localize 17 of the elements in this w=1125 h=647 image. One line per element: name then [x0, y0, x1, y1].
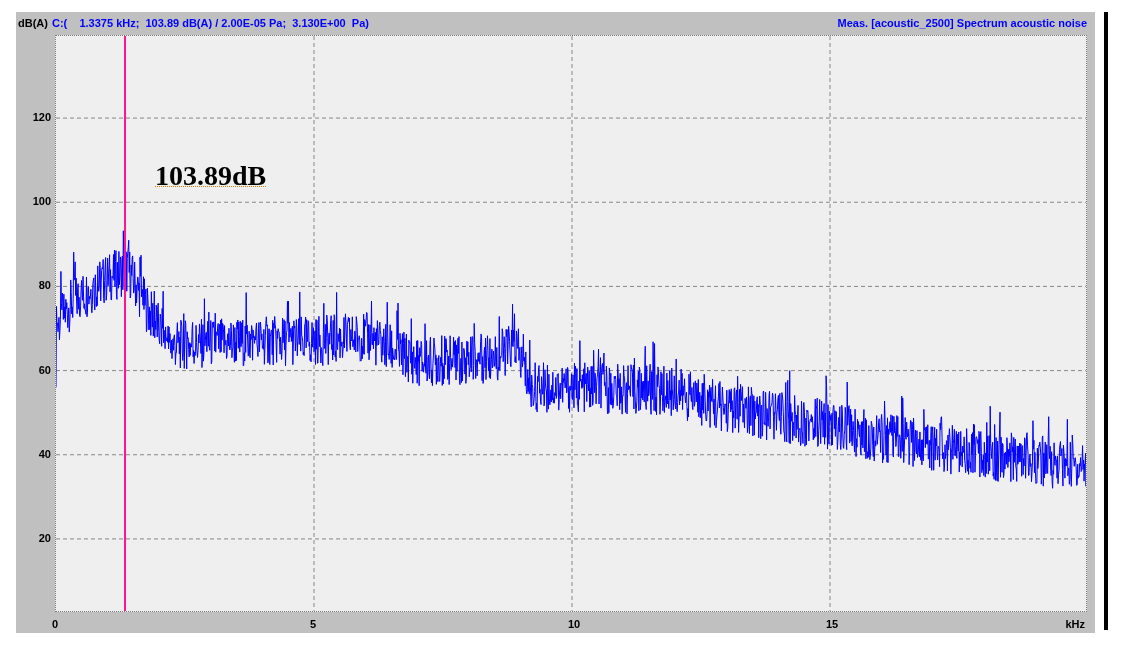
y-tick-label: 60 [38, 363, 51, 376]
y-tick-label: 120 [32, 111, 51, 124]
x-tick-label: 10 [568, 617, 581, 632]
measurement-title: Meas. [acoustic_2500] Spectrum acoustic noise [837, 16, 1087, 32]
x-axis-unit: kHz [1065, 617, 1085, 632]
unit-label: dB(A) [18, 16, 48, 32]
y-tick-label: 40 [38, 447, 51, 460]
y-tick-label: 80 [38, 279, 51, 292]
peak-annotation: 103.89dB [155, 159, 267, 193]
x-tick-label: 5 [310, 617, 317, 632]
x-tick-label: 15 [826, 617, 839, 632]
cursor-readout: C:( 1.3375 kHz; 103.89 dB(A) / 2.00E-05 Pa; 3.130E+00 Pa) [51, 16, 369, 32]
y-tick-label: 20 [38, 531, 51, 544]
x-tick-label: 0 [52, 617, 59, 632]
y-tick-label: 100 [32, 195, 51, 208]
scrollbar[interactable] [1104, 12, 1108, 630]
cursor-line[interactable] [124, 36, 126, 612]
